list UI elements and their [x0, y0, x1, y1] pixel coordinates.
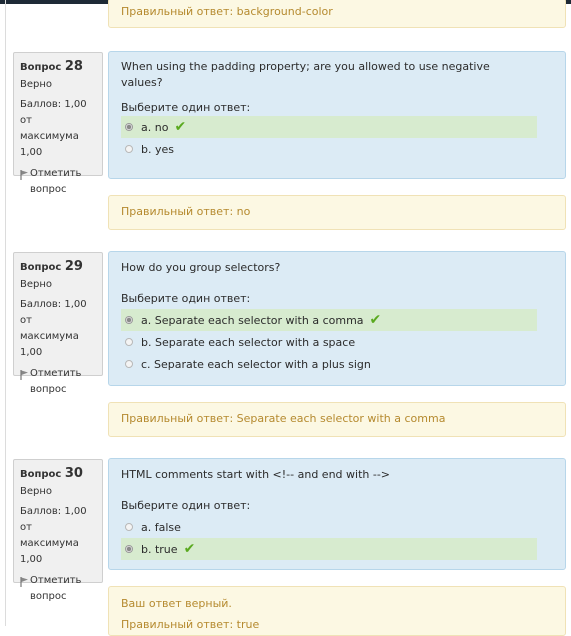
check-icon: ✔: [369, 312, 382, 328]
answer-prompt: Выберите один ответ:: [121, 101, 251, 114]
right-answer-text: Правильный ответ: Separate each selector…: [121, 412, 446, 425]
answer-option-b[interactable]: b. true ✔: [121, 538, 537, 560]
flag-label: Отметить: [30, 575, 82, 586]
flag-question-button[interactable]: Отметить вопрос: [20, 366, 96, 398]
radio-unselected[interactable]: [125, 360, 133, 368]
answer-option-a[interactable]: a. no ✔: [121, 116, 537, 138]
flag-label: вопрос: [30, 184, 67, 195]
question-number: Вопрос 30: [20, 466, 96, 481]
flag-icon: [20, 170, 28, 180]
question-info-q28: Вопрос 28 Верно Баллов: 1,00 от максимум…: [13, 52, 103, 195]
grade-line: максимума 1,00: [20, 538, 79, 565]
question-label: Вопрос: [20, 469, 62, 480]
radio-unselected[interactable]: [125, 145, 133, 153]
option-label: c. Separate each selector with a plus si…: [141, 357, 371, 371]
answer-option-b[interactable]: b. Separate each selector with a space: [121, 331, 553, 353]
check-icon: ✔: [174, 119, 187, 135]
radio-selected[interactable]: [125, 545, 133, 553]
question-info-q29: Вопрос 29 Верно Баллов: 1,00 от максимум…: [13, 252, 103, 395]
option-label: a. false: [141, 520, 181, 534]
flag-label: вопрос: [30, 384, 67, 395]
option-label: b. yes: [141, 142, 174, 156]
grade-line: Баллов: 1,00 от: [20, 506, 87, 533]
flag-question-button[interactable]: Отметить вопрос: [20, 166, 96, 198]
grade-line: Баллов: 1,00 от: [20, 299, 87, 326]
question-box-q28: When using the padding property; are you…: [108, 51, 566, 179]
question-state: Верно: [20, 79, 53, 90]
question-grade: Баллов: 1,00 от максимума 1,00: [20, 97, 96, 161]
option-label: a. no: [141, 120, 169, 134]
page-left-border: [5, 0, 6, 626]
your-answer-text: Ваш ответ верный.: [121, 597, 232, 610]
question-number-value: 28: [64, 59, 83, 74]
option-label: b. true: [141, 542, 178, 556]
flag-label: Отметить: [30, 368, 82, 379]
answer-prompt: Выберите один ответ:: [121, 499, 251, 512]
question-number-value: 30: [64, 466, 83, 481]
radio-unselected[interactable]: [125, 523, 133, 531]
answer-option-a[interactable]: a. Separate each selector with a comma ✔: [121, 309, 537, 331]
grade-line: максимума 1,00: [20, 331, 79, 358]
flag-icon: [20, 370, 28, 380]
radio-selected[interactable]: [125, 123, 133, 131]
question-number-value: 29: [64, 259, 83, 274]
question-text: How do you group selectors?: [121, 261, 281, 274]
right-answer-text: Правильный ответ: background-color: [121, 5, 333, 18]
flag-icon: [20, 577, 28, 587]
flag-label: Отметить: [30, 168, 82, 179]
right-answer-text: Правильный ответ: no: [121, 205, 251, 218]
flag-label: вопрос: [30, 591, 67, 602]
question-state: Верно: [20, 279, 53, 290]
question-state: Верно: [20, 486, 53, 497]
question-box-q29: How do you group selectors? Выберите оди…: [108, 251, 566, 386]
check-icon: ✔: [183, 541, 196, 557]
feedback-box-q27: Правильный ответ: background-color: [108, 0, 566, 28]
question-grade: Баллов: 1,00 от максимума 1,00: [20, 297, 96, 361]
option-label: a. Separate each selector with a comma: [141, 313, 364, 327]
answer-prompt: Выберите один ответ:: [121, 292, 251, 305]
feedback-box-q30: Ваш ответ верный. Правильный ответ: true: [108, 586, 566, 636]
answer-option-c[interactable]: c. Separate each selector with a plus si…: [121, 353, 553, 375]
question-text: HTML comments start with <!-- and end wi…: [121, 468, 391, 481]
grade-line: Баллов: 1,00 от: [20, 99, 87, 126]
radio-selected[interactable]: [125, 316, 133, 324]
radio-unselected[interactable]: [125, 338, 133, 346]
option-label: b. Separate each selector with a space: [141, 335, 356, 349]
answer-option-a[interactable]: a. false: [121, 516, 553, 538]
question-info-q30: Вопрос 30 Верно Баллов: 1,00 от максимум…: [13, 459, 103, 602]
question-label: Вопрос: [20, 262, 62, 273]
question-number: Вопрос 28: [20, 59, 96, 74]
right-answer-text: Правильный ответ: true: [121, 618, 260, 631]
answer-option-b[interactable]: b. yes: [121, 138, 553, 160]
question-number: Вопрос 29: [20, 259, 96, 274]
feedback-box-q29: Правильный ответ: Separate each selector…: [108, 402, 566, 437]
feedback-box-q28: Правильный ответ: no: [108, 195, 566, 230]
question-box-q30: HTML comments start with <!-- and end wi…: [108, 458, 566, 570]
question-grade: Баллов: 1,00 от максимума 1,00: [20, 504, 96, 568]
question-label: Вопрос: [20, 62, 62, 73]
question-text: When using the padding property; are you…: [121, 60, 490, 89]
grade-line: максимума 1,00: [20, 131, 79, 158]
flag-question-button[interactable]: Отметить вопрос: [20, 573, 96, 605]
